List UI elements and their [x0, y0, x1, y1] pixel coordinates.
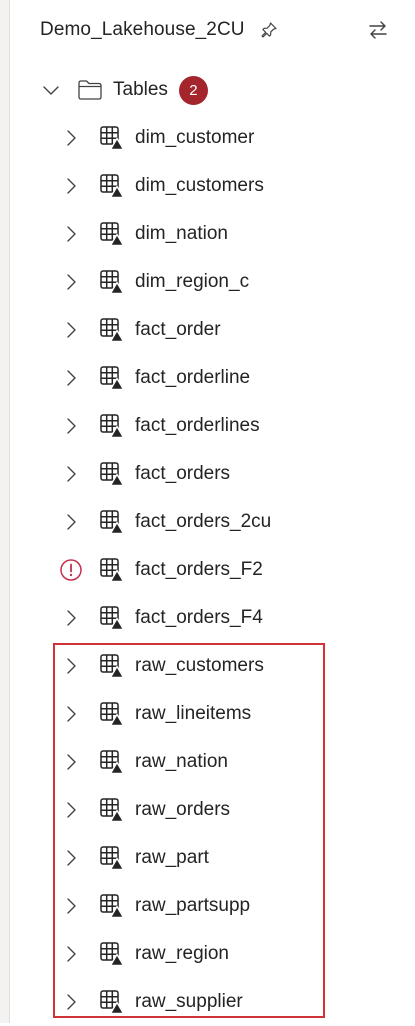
table-warning-icon: [99, 893, 125, 919]
table-row[interactable]: raw_orders: [0, 786, 415, 834]
table-warning-icon: [99, 509, 125, 535]
table-warning-icon: [99, 989, 125, 1015]
chevron-right-icon[interactable]: [58, 941, 84, 967]
folder-label: Tables: [113, 79, 168, 100]
chevron-right-icon[interactable]: [58, 893, 84, 919]
table-warning-icon: [99, 461, 125, 487]
table-warning-icon: [99, 605, 125, 631]
chevron-right-icon[interactable]: [58, 317, 84, 343]
table-name: fact_orders_2cu: [135, 511, 272, 532]
pin-icon[interactable]: [259, 20, 279, 40]
table-row[interactable]: dim_customer: [0, 114, 415, 162]
table-warning-icon: [99, 749, 125, 775]
chevron-right-icon[interactable]: [58, 605, 84, 631]
table-name: raw_customers: [135, 655, 264, 676]
table-name: raw_supplier: [135, 991, 243, 1012]
table-name: fact_orderline: [135, 367, 251, 388]
chevron-right-icon[interactable]: [58, 413, 84, 439]
table-name: fact_order: [135, 319, 221, 340]
table-row[interactable]: fact_orders_F4: [0, 594, 415, 642]
table-row[interactable]: fact_orderlines: [0, 402, 415, 450]
table-name: fact_orders_F2: [135, 559, 263, 580]
tables-folder[interactable]: Tables 2: [40, 72, 208, 108]
table-warning-icon: [99, 125, 125, 151]
table-warning-icon: [99, 269, 125, 295]
table-name: raw_nation: [135, 751, 228, 772]
table-name: dim_customer: [135, 127, 255, 148]
table-row[interactable]: fact_orders_2cu: [0, 498, 415, 546]
table-warning-icon: [99, 221, 125, 247]
error-icon: [58, 557, 84, 583]
chevron-right-icon[interactable]: [58, 749, 84, 775]
chevron-right-icon[interactable]: [58, 461, 84, 487]
chevron-right-icon[interactable]: [58, 701, 84, 727]
table-warning-icon: [99, 365, 125, 391]
table-name: raw_orders: [135, 799, 231, 820]
table-row[interactable]: fact_order: [0, 306, 415, 354]
table-name: raw_region: [135, 943, 229, 964]
chevron-right-icon[interactable]: [58, 173, 84, 199]
table-warning-icon: [99, 845, 125, 871]
chevron-right-icon[interactable]: [58, 365, 84, 391]
chevron-right-icon[interactable]: [58, 653, 84, 679]
table-row[interactable]: raw_customers: [0, 642, 415, 690]
table-row[interactable]: raw_partsupp: [0, 882, 415, 930]
chevron-right-icon[interactable]: [58, 509, 84, 535]
table-name: raw_partsupp: [135, 895, 251, 916]
table-name: fact_orders_F4: [135, 607, 263, 628]
swap-arrows-icon[interactable]: [366, 18, 390, 42]
table-name: raw_part: [135, 847, 209, 868]
table-row[interactable]: dim_region_c: [0, 258, 415, 306]
table-name: raw_lineitems: [135, 703, 252, 724]
count-badge: 2: [178, 75, 208, 105]
table-name: dim_customers: [135, 175, 264, 196]
lakehouse-title: Demo_Lakehouse_2CU: [40, 19, 245, 40]
table-row[interactable]: dim_customers: [0, 162, 415, 210]
chevron-right-icon[interactable]: [58, 221, 84, 247]
table-row[interactable]: raw_nation: [0, 738, 415, 786]
chevron-right-icon[interactable]: [58, 989, 84, 1015]
chevron-right-icon[interactable]: [58, 125, 84, 151]
table-row[interactable]: raw_lineitems: [0, 690, 415, 738]
chevron-down-icon[interactable]: [40, 79, 62, 101]
table-row[interactable]: fact_orders_F2: [0, 546, 415, 594]
table-warning-icon: [99, 173, 125, 199]
table-row[interactable]: fact_orders: [0, 450, 415, 498]
chevron-right-icon[interactable]: [58, 269, 84, 295]
table-warning-icon: [99, 653, 125, 679]
table-warning-icon: [99, 317, 125, 343]
table-name: dim_region_c: [135, 271, 250, 292]
table-warning-icon: [99, 797, 125, 823]
table-row[interactable]: raw_region: [0, 930, 415, 978]
table-warning-icon: [99, 557, 125, 583]
chevron-right-icon[interactable]: [58, 797, 84, 823]
table-name: dim_nation: [135, 223, 228, 244]
chevron-right-icon[interactable]: [58, 845, 84, 871]
folder-icon: [77, 79, 103, 101]
table-name: fact_orderlines: [135, 415, 260, 436]
table-name: fact_orders: [135, 463, 231, 484]
table-row[interactable]: raw_supplier: [0, 978, 415, 1026]
table-warning-icon: [99, 941, 125, 967]
table-row[interactable]: fact_orderline: [0, 354, 415, 402]
table-row[interactable]: dim_nation: [0, 210, 415, 258]
table-list: dim_customer dim_customers dim_nation dim_r…: [0, 114, 415, 1026]
explorer-header: Demo_Lakehouse_2CU: [40, 14, 390, 46]
table-row[interactable]: raw_part: [0, 834, 415, 882]
table-warning-icon: [99, 413, 125, 439]
table-warning-icon: [99, 701, 125, 727]
